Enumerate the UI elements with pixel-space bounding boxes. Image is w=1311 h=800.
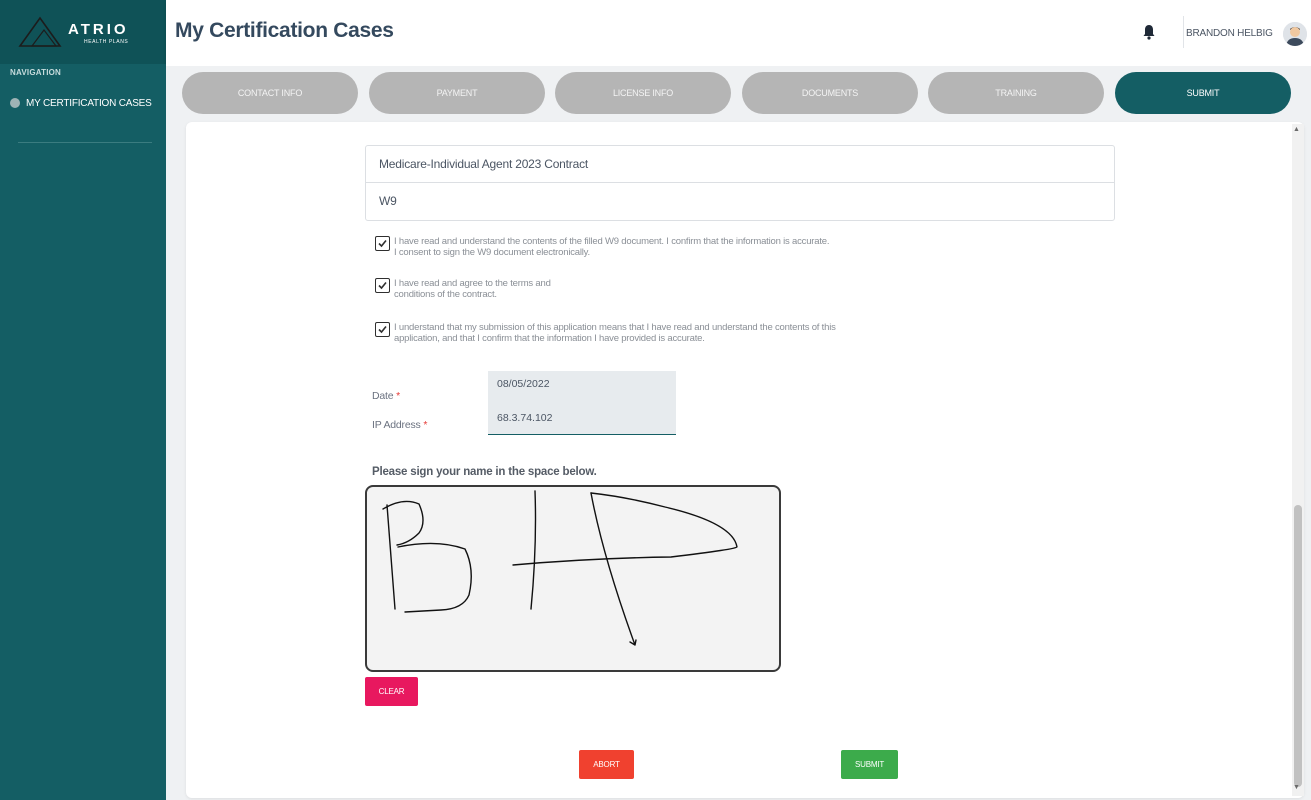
scroll-down-arrow-icon[interactable]: ▼	[1293, 784, 1300, 791]
nav-divider	[18, 142, 152, 143]
circle-dot-icon	[10, 98, 20, 108]
document-item-w9[interactable]: W9	[366, 182, 1114, 219]
tab-documents[interactable]: DOCUMENTS	[742, 72, 918, 114]
bell-icon[interactable]	[1143, 24, 1155, 45]
submit-card	[186, 122, 1304, 798]
document-list: Medicare-Individual Agent 2023 Contract …	[365, 145, 1115, 221]
sidebar-item-label: MY CERTIFICATION CASES	[26, 97, 152, 109]
consent-terms: I have read and agree to the terms and c…	[375, 278, 551, 300]
ip-address-label: IP Address *	[372, 419, 428, 431]
consent-submission-checkbox[interactable]	[375, 322, 390, 337]
signature-pad[interactable]	[365, 485, 781, 672]
atrio-logo[interactable]: ATRIO HEALTH PLANS	[0, 0, 166, 64]
user-name[interactable]: BRANDON HELBIG	[1186, 28, 1273, 39]
checkmark-icon	[378, 281, 387, 290]
consent-w9: I have read and understand the contents …	[375, 236, 830, 258]
clear-button[interactable]: CLEAR	[365, 677, 418, 706]
abort-button[interactable]: ABORT	[579, 750, 634, 779]
ip-address-value: 68.3.74.102	[497, 412, 553, 424]
consent-w9-checkbox[interactable]	[375, 236, 390, 251]
checkmark-icon	[378, 325, 387, 334]
scroll-up-arrow-icon[interactable]: ▲	[1293, 126, 1300, 133]
tab-submit[interactable]: SUBMIT	[1115, 72, 1291, 114]
checkmark-icon	[378, 239, 387, 248]
date-label: Date *	[372, 390, 400, 402]
consent-submission: I understand that my submission of this …	[375, 322, 836, 344]
topbar-divider	[1183, 16, 1184, 48]
consent-terms-checkbox[interactable]	[375, 278, 390, 293]
svg-text:HEALTH PLANS: HEALTH PLANS	[84, 39, 128, 45]
submit-button[interactable]: SUBMIT	[841, 750, 898, 779]
scrollbar-thumb[interactable]	[1294, 505, 1302, 787]
signature-prompt: Please sign your name in the space below…	[372, 466, 597, 478]
sidebar: ATRIO HEALTH PLANS NAVIGATION MY CERTIFI…	[0, 0, 166, 800]
tab-license-info[interactable]: LICENSE INFO	[555, 72, 731, 114]
signature-drawing	[382, 490, 738, 646]
tab-payment[interactable]: PAYMENT	[369, 72, 545, 114]
consent-submission-text: I understand that my submission of this …	[394, 322, 836, 344]
nav-heading: NAVIGATION	[10, 68, 62, 77]
consent-terms-text: I have read and agree to the terms and c…	[394, 278, 551, 300]
user-avatar-icon[interactable]	[1283, 22, 1307, 46]
svg-text:ATRIO: ATRIO	[68, 21, 129, 38]
top-bar: My Certification Cases BRANDON HELBIG	[166, 0, 1311, 66]
document-item-contract[interactable]: Medicare-Individual Agent 2023 Contract	[366, 146, 1114, 182]
sidebar-item-my-certification-cases[interactable]: MY CERTIFICATION CASES	[10, 93, 160, 113]
consent-w9-text: I have read and understand the contents …	[394, 236, 830, 258]
page-title: My Certification Cases	[175, 19, 394, 42]
tab-training[interactable]: TRAINING	[928, 72, 1104, 114]
date-value: 08/05/2022	[497, 378, 550, 390]
tab-contact-info[interactable]: CONTACT INFO	[182, 72, 358, 114]
